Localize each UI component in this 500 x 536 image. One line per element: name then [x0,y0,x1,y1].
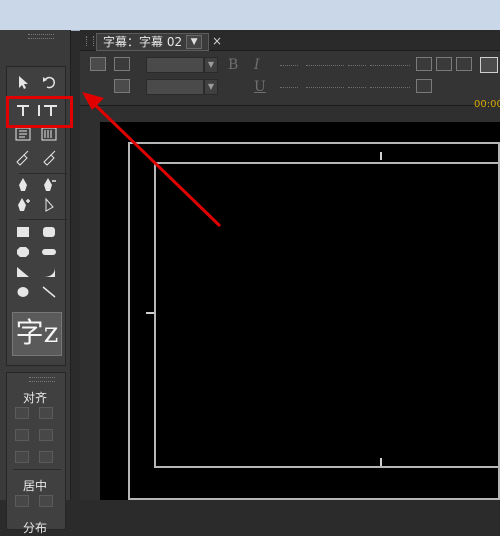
distribute-section-label: 分布 [23,521,48,535]
red-annotation-arrow [82,92,222,228]
